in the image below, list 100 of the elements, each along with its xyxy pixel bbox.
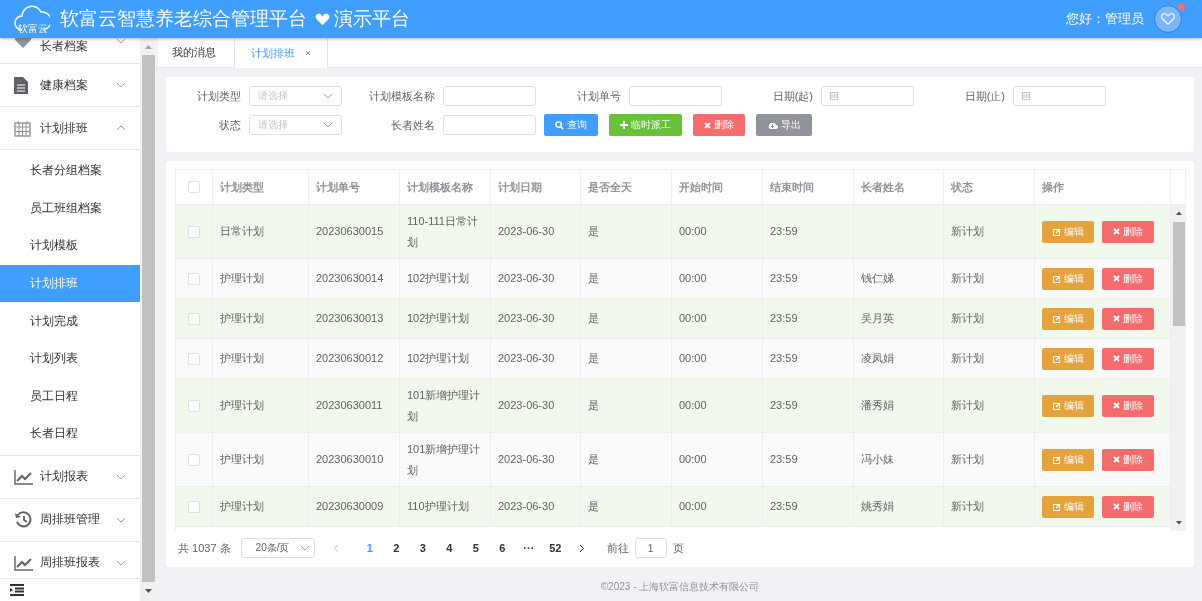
close-icon[interactable] <box>305 50 311 56</box>
calendar-icon <box>14 119 31 137</box>
page-button[interactable]: 2 <box>383 542 410 554</box>
checkbox[interactable] <box>188 500 200 513</box>
app-subtitle: 演示平台 <box>334 7 410 31</box>
avatar[interactable] <box>1154 5 1182 33</box>
table-cell-text: 钱仁娣 <box>861 271 894 286</box>
table-cell-text: 20230630009 <box>316 499 384 514</box>
submenu-item[interactable]: 长者日程 <box>0 415 140 453</box>
column-header: 计划模板名称 <box>407 179 473 195</box>
submenu-item[interactable]: 员工班组档案 <box>0 189 140 228</box>
table-cell-text: 新计划 <box>951 499 984 514</box>
date-field[interactable] <box>1013 86 1106 106</box>
table-cell-text: 00:00 <box>679 311 707 326</box>
table-cell-text: 护理计划 <box>220 311 264 326</box>
page-button[interactable]: 3 <box>409 542 437 554</box>
total-count: 共 1037 条 <box>178 540 231 556</box>
table-cell-text: 20230630012 <box>316 351 384 366</box>
table-cell-text: 是 <box>588 271 599 286</box>
submenu-item[interactable]: 计划模板 <box>0 227 140 265</box>
page-button[interactable]: 5 <box>462 542 490 554</box>
page-input[interactable]: 1 <box>634 538 667 558</box>
sidebar-item[interactable]: 长者档案 <box>0 38 140 64</box>
table-cell-text: 23:59 <box>770 224 798 239</box>
field-label: 状态 <box>218 117 241 133</box>
edit-icon <box>1052 455 1061 464</box>
table-cell-text: 00:00 <box>679 499 707 514</box>
submenu-item[interactable]: 员工日程 <box>0 377 140 416</box>
column-header: 计划单号 <box>316 179 360 195</box>
page-button[interactable]: 52 <box>542 542 569 554</box>
text-field[interactable] <box>443 115 536 135</box>
submenu-item[interactable]: 计划完成 <box>0 302 140 340</box>
submenu-item[interactable]: 长者分组档案 <box>0 152 140 190</box>
chevron-down-icon <box>116 82 126 88</box>
table-cell-text: 新计划 <box>951 398 984 413</box>
checkbox[interactable] <box>188 453 200 466</box>
table-cell-text: 00:00 <box>679 271 707 286</box>
plus-icon <box>620 121 628 129</box>
checkbox[interactable] <box>188 312 200 325</box>
table-cell-text: 00:00 <box>679 398 707 413</box>
checkbox[interactable] <box>188 399 200 412</box>
chevron-left-icon[interactable] <box>332 543 339 553</box>
cloud-download-icon <box>767 121 778 129</box>
page-size-select[interactable]: 20条/页 <box>240 538 315 558</box>
table-cell-text: 102护理计划 <box>407 351 470 366</box>
table-cell-text: 2023-06-30 <box>498 224 555 239</box>
table-cell-text: 23:59 <box>770 398 798 413</box>
table-cell-text: 110-111日常计划 <box>407 213 479 250</box>
field-label: 日期(止) <box>963 88 1005 104</box>
checkbox[interactable] <box>188 272 200 285</box>
chevron-right-icon[interactable] <box>578 543 585 553</box>
table-cell-text: 2023-06-30 <box>498 351 555 366</box>
table-cell-text: 吴月英 <box>861 311 894 326</box>
table-cell-text: 00:00 <box>679 224 707 239</box>
document-icon <box>14 76 28 94</box>
checkbox[interactable] <box>188 352 200 365</box>
table-cell-text: 护理计划 <box>220 499 264 514</box>
table-cell-text: 20230630011 <box>316 398 383 413</box>
table-cell-text: 新计划 <box>951 351 984 366</box>
edit-icon <box>1052 401 1061 410</box>
edit-icon <box>1052 274 1061 283</box>
table-cell-text: 是 <box>588 398 599 413</box>
submenu-item[interactable]: 计划列表 <box>0 339 140 378</box>
date-field[interactable] <box>821 86 914 106</box>
column-header: 计划类型 <box>220 179 264 195</box>
close-icon <box>1113 315 1120 322</box>
line-chart-icon <box>14 554 34 571</box>
logo-text: 软富云 <box>18 23 48 34</box>
column-header: 操作 <box>1042 179 1064 195</box>
chevron-down-icon <box>116 473 126 480</box>
field-label: 计划模板名称 <box>368 88 435 104</box>
checkbox[interactable] <box>188 181 200 193</box>
table-cell-text: 2023-06-30 <box>498 271 555 286</box>
table-cell-text: 是 <box>588 351 599 366</box>
column-header: 计划日期 <box>498 179 542 195</box>
edit-icon <box>1052 227 1061 236</box>
text-field[interactable] <box>629 86 722 106</box>
chevron-down-icon <box>116 516 126 523</box>
checkbox[interactable] <box>188 225 200 238</box>
page-button[interactable]: ··· <box>515 542 543 554</box>
page-button[interactable]: 4 <box>436 542 463 554</box>
page-button[interactable]: 6 <box>489 542 516 554</box>
line-chart-icon <box>14 468 34 485</box>
field-label: 计划类型 <box>196 88 241 104</box>
text-field[interactable] <box>443 86 536 106</box>
table-cell-text: 20230630015 <box>316 224 384 239</box>
table-cell-text: 新计划 <box>951 271 984 286</box>
close-icon <box>1113 228 1120 235</box>
menu-fold-icon[interactable] <box>10 584 24 596</box>
chevron-down-icon <box>299 545 310 551</box>
edit-icon <box>1052 502 1061 511</box>
table-cell-text: 23:59 <box>770 452 798 467</box>
table-cell-text: 102护理计划 <box>407 311 470 326</box>
app-title: 软富云智慧养老综合管理平台 <box>60 7 307 31</box>
table-cell-text: 101新增护理计划 <box>407 441 482 478</box>
column-header: 长者姓名 <box>861 179 905 195</box>
table-cell-text: 23:59 <box>770 311 798 326</box>
scrollbar[interactable] <box>1171 205 1185 531</box>
close-icon <box>1113 355 1120 362</box>
chevron-down-icon <box>116 38 126 44</box>
